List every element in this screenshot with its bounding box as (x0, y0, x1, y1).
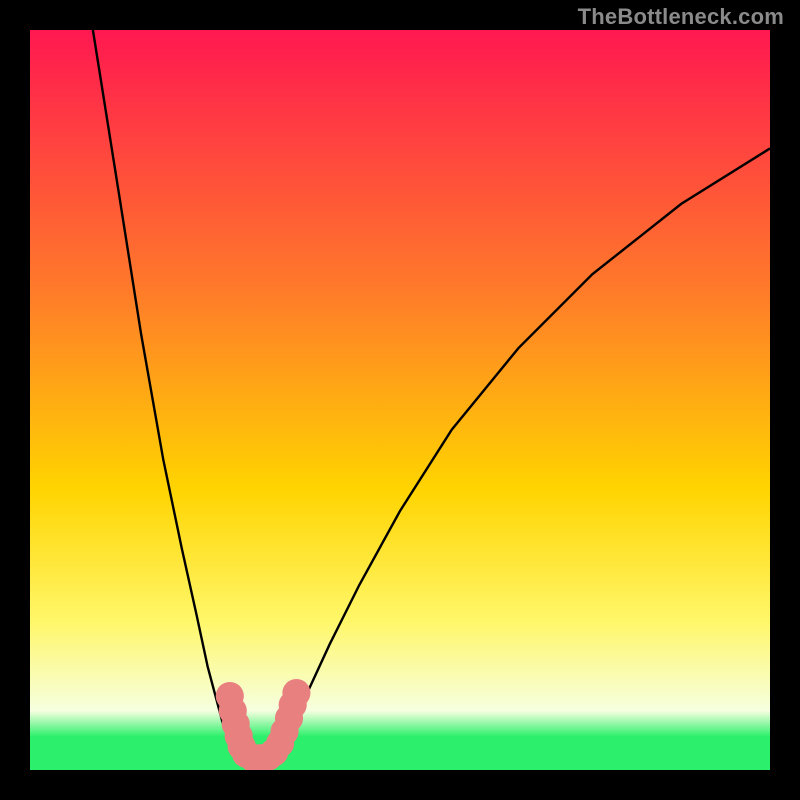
plot-area (30, 30, 770, 770)
marker-right-cluster-top (282, 679, 310, 707)
outer-frame: TheBottleneck.com (0, 0, 800, 800)
chart-svg (30, 30, 770, 770)
watermark-text: TheBottleneck.com (578, 4, 784, 30)
gradient-background (30, 30, 770, 770)
green-threshold-band (30, 737, 770, 770)
